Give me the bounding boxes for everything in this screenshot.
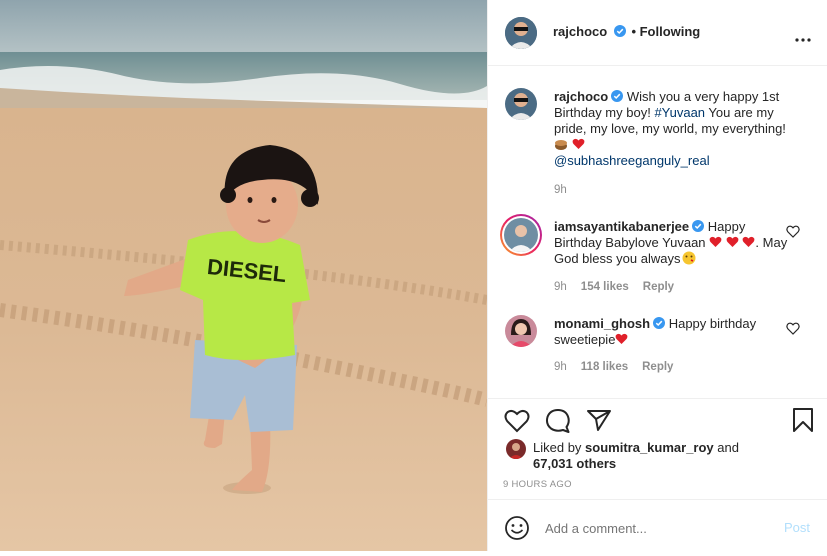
liker-avatar[interactable]	[506, 439, 526, 459]
avatar-image	[506, 439, 526, 459]
kiss-emoji-icon	[682, 251, 696, 265]
comment-avatar[interactable]	[505, 315, 537, 347]
comment-like-icon[interactable]	[786, 225, 800, 238]
red-heart-emoji-icon	[616, 333, 628, 344]
likes-count-link[interactable]: 67,031 others	[533, 456, 616, 471]
header-user-line: rajchoco • Following	[553, 24, 700, 39]
red-heart-emoji-icon	[726, 236, 739, 247]
comment-input[interactable]	[543, 516, 767, 540]
verified-icon	[613, 25, 626, 37]
share-send-icon[interactable]	[586, 408, 612, 432]
likes-summary: Liked by soumitra_kumar_roy and 67,031 o…	[533, 440, 739, 472]
verified-icon	[692, 220, 705, 232]
author-avatar[interactable]	[505, 17, 537, 49]
comment-likes[interactable]: 154 likes	[581, 281, 629, 293]
comment-bubble-icon[interactable]	[545, 408, 571, 434]
likes-middle: and	[713, 440, 739, 455]
reply-button[interactable]: Reply	[643, 281, 674, 293]
comment-meta: 9h 118 likes Reply	[554, 361, 687, 373]
post-header: rajchoco • Following	[488, 0, 827, 66]
comment-likes[interactable]: 118 likes	[581, 361, 628, 373]
comment-like-icon[interactable]	[786, 322, 800, 335]
instagram-post: DIESEL rajchoco • Following rajchoco Wis…	[0, 0, 827, 551]
like-heart-icon[interactable]	[504, 409, 530, 433]
post-side-panel: rajchoco • Following rajchoco Wish you a…	[487, 0, 827, 551]
red-heart-emoji-icon	[743, 236, 755, 247]
more-options-icon[interactable]	[795, 30, 811, 42]
comment-username[interactable]: iamsayantikabanerjee	[554, 219, 689, 234]
red-heart-emoji-icon	[572, 138, 585, 149]
caption-avatar[interactable]	[505, 88, 537, 120]
red-heart-emoji-icon	[709, 236, 722, 247]
emoji-smiley-icon[interactable]	[504, 515, 530, 541]
comment-meta: 9h 154 likes Reply	[554, 281, 688, 293]
liker-username[interactable]: soumitra_kumar_roy	[585, 440, 714, 455]
caption-time: 9h	[554, 184, 567, 196]
comment-text: iamsayantikabanerjee Happy Birthday Baby…	[554, 219, 794, 267]
add-comment-bar: Post	[488, 499, 827, 554]
caption-meta: 9h	[554, 184, 581, 196]
post-timestamp: 9 HOURS AGO	[503, 479, 572, 490]
author-username[interactable]: rajchoco	[553, 24, 607, 39]
mention-link[interactable]: @subhashreeganguly_real	[554, 153, 710, 168]
save-bookmark-icon[interactable]	[792, 407, 814, 433]
comments-section[interactable]: rajchoco Wish you a very happy 1st Birth…	[488, 66, 827, 398]
reply-button[interactable]: Reply	[642, 361, 673, 373]
comment-time: 9h	[554, 281, 567, 293]
verified-icon	[611, 90, 624, 102]
comment-avatar-story[interactable]	[500, 214, 542, 256]
comment-time: 9h	[554, 361, 567, 373]
avatar-image	[505, 17, 537, 49]
likes-prefix: Liked by	[533, 440, 586, 455]
comment-text: monami_ghosh Happy birthday sweetiepie	[554, 316, 794, 348]
caption-text: rajchoco Wish you a very happy 1st Birth…	[554, 89, 794, 169]
caption-username[interactable]: rajchoco	[554, 89, 608, 104]
verified-icon	[653, 317, 666, 329]
post-actions: Liked by soumitra_kumar_roy and 67,031 o…	[488, 398, 827, 556]
post-photo[interactable]: DIESEL	[0, 0, 487, 551]
cake-emoji-icon	[555, 140, 567, 150]
hashtag-link[interactable]: #Yuvaan	[654, 105, 705, 120]
beach-photo: DIESEL	[0, 0, 487, 551]
avatar-image	[505, 88, 537, 120]
following-button[interactable]: • Following	[631, 24, 700, 39]
avatar-image	[504, 218, 538, 252]
post-comment-button[interactable]: Post	[784, 520, 810, 535]
comment-username[interactable]: monami_ghosh	[554, 316, 650, 331]
avatar-image	[505, 315, 537, 347]
